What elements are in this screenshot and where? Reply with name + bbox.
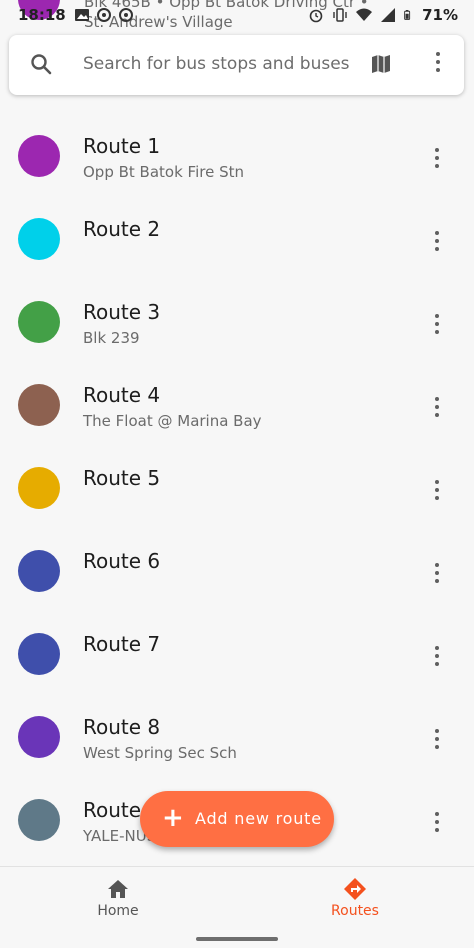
route-title: Route 4 [83, 383, 161, 407]
route-color-dot [18, 467, 60, 509]
route-color-dot [18, 799, 60, 841]
more-options-icon[interactable] [434, 231, 440, 251]
plus-icon: + [162, 803, 184, 833]
route-subtitle: West Spring Sec Sch [83, 744, 237, 762]
add-new-route-label: Add new route [195, 809, 322, 828]
status-time: 18:18 [18, 6, 66, 24]
route-title: Route 5 [83, 466, 161, 490]
battery-icon [404, 10, 411, 20]
route-title: Route 1 [83, 134, 161, 158]
route-title: Route 6 [83, 549, 161, 573]
route-title: Route 3 [83, 300, 161, 324]
wifi-icon [356, 8, 373, 21]
nav-routes-label: Routes [331, 903, 379, 919]
route-color-dot [18, 716, 60, 758]
more-options-icon[interactable] [434, 812, 440, 832]
more-options-icon[interactable] [434, 480, 440, 500]
list-item[interactable]: Route 6 [0, 529, 474, 612]
gesture-bar[interactable] [196, 937, 278, 941]
vibrate-icon [333, 8, 347, 22]
overflow-menu-icon[interactable] [435, 52, 441, 72]
route-subtitle: Opp Bt Batok Fire Stn [83, 163, 245, 181]
route-color-dot [18, 135, 60, 177]
route-title: Route 2 [83, 217, 161, 241]
battery-percent: 71% [422, 6, 458, 24]
more-options-icon[interactable] [434, 646, 440, 666]
directions-icon [344, 878, 366, 900]
list-item[interactable]: Route 5 [0, 446, 474, 529]
notification-icons [74, 7, 134, 23]
route-color-dot [18, 384, 60, 426]
status-bar: 18:18 71% [0, 0, 474, 32]
route-title: Route 8 [83, 715, 161, 739]
sync-notification-icon [97, 8, 111, 22]
more-options-icon[interactable] [434, 397, 440, 417]
route-color-dot [18, 218, 60, 260]
sync-notification-icon-2 [119, 8, 133, 22]
list-item[interactable]: Route 2 [0, 197, 474, 280]
search-bar[interactable]: Search for bus stops and buses [9, 35, 464, 95]
more-options-icon[interactable] [434, 314, 440, 334]
route-title: Route 7 [83, 632, 161, 656]
route-color-dot [18, 550, 60, 592]
alarm-icon [309, 9, 323, 23]
home-icon [108, 880, 128, 898]
map-icon[interactable] [369, 52, 393, 76]
nav-home[interactable]: Home [58, 877, 178, 919]
nav-routes[interactable]: Routes [295, 877, 415, 919]
signal-icon [381, 8, 396, 22]
more-options-icon[interactable] [434, 729, 440, 749]
search-input[interactable]: Search for bus stops and buses [83, 54, 350, 74]
list-item[interactable]: Route 4 The Float @ Marina Bay [0, 363, 474, 446]
list-item[interactable]: Route 3 Blk 239 [0, 280, 474, 363]
list-item[interactable]: Route 8 West Spring Sec Sch [0, 695, 474, 778]
list-item[interactable]: Route 7 [0, 612, 474, 695]
route-list: Route 1 Opp Bt Batok Fire Stn Route 2 Ro… [0, 114, 474, 861]
search-icon[interactable] [29, 52, 53, 76]
list-item[interactable]: Route 1 Opp Bt Batok Fire Stn [0, 114, 474, 197]
route-color-dot [18, 301, 60, 343]
more-options-icon[interactable] [434, 148, 440, 168]
add-new-route-button[interactable]: + Add new route [140, 791, 334, 847]
nav-home-label: Home [97, 903, 139, 919]
bottom-navigation: Home Routes [0, 866, 474, 948]
image-notification-icon [75, 9, 89, 21]
route-color-dot [18, 633, 60, 675]
more-options-icon[interactable] [434, 563, 440, 583]
route-subtitle: Blk 239 [83, 329, 140, 347]
route-subtitle: The Float @ Marina Bay [83, 412, 262, 430]
system-icons: 71% [308, 6, 458, 24]
